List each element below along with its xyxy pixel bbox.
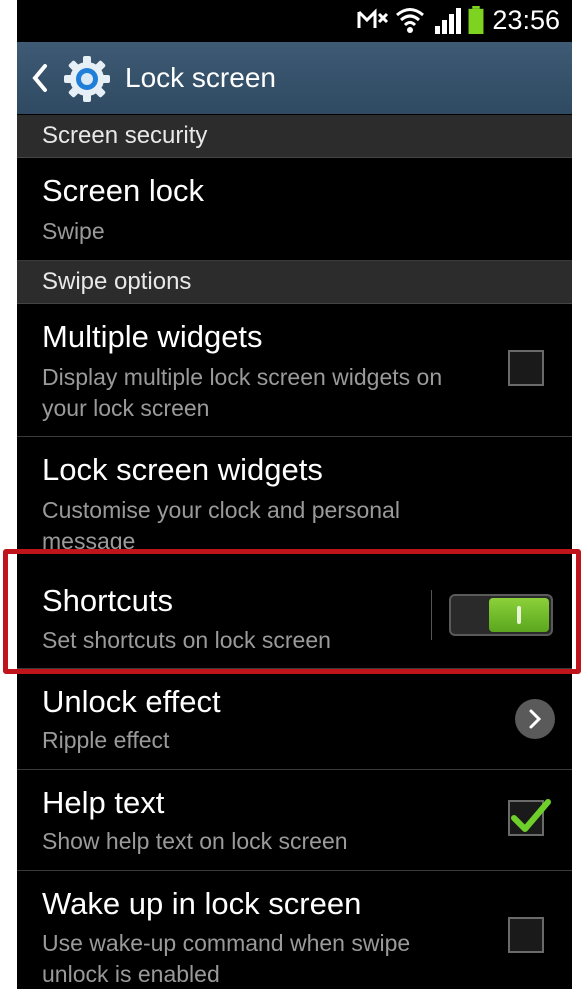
setting-title: Lock screen widgets [42,452,323,487]
chevron-right-icon [529,709,542,729]
setting-help-text[interactable]: Help text Show help text on lock screen [17,770,572,871]
setting-title: Screen lock [42,173,204,208]
setting-subtitle: Swipe [42,218,105,244]
setting-screen-lock[interactable]: Screen lock Swipe [17,158,572,261]
multiple-widgets-checkbox[interactable] [508,350,544,386]
signal-icon [435,8,461,34]
setting-title: Wake up in lock screen [42,886,362,921]
setting-wake-up-lock-screen[interactable]: Wake up in lock screen Use wake-up comma… [17,871,572,989]
setting-unlock-effect[interactable]: Unlock effect Ripple effect [17,669,572,770]
wifi-icon [396,8,424,33]
section-label: Swipe options [42,268,192,295]
setting-lock-screen-widgets[interactable]: Lock screen widgets Customise your clock… [17,437,572,550]
setting-subtitle: Customise your clock and personal messag… [42,497,400,550]
settings-gear-icon [64,56,110,102]
section-header-screen-security: Screen security [17,115,572,158]
status-time: 23:56 [492,5,560,35]
mute-icon [357,8,389,28]
unlock-effect-more-button[interactable] [515,699,555,739]
setting-title: Help text [42,785,165,820]
setting-title: Unlock effect [42,684,221,719]
section-label: Screen security [42,122,208,149]
help-text-checkbox[interactable] [508,799,551,836]
page-title: Lock screen [125,62,276,93]
action-bar: Lock screen [17,42,572,114]
highlight-frame [3,549,581,674]
setting-subtitle: Display multiple lock screen widgets on … [42,364,443,421]
wake-up-checkbox[interactable] [508,917,544,953]
setting-subtitle: Use wake-up command when swipe unlock is… [42,930,411,987]
checkmark-icon [511,799,551,832]
setting-multiple-widgets[interactable]: Multiple widgets Display multiple lock s… [17,304,572,437]
setting-title: Multiple widgets [42,319,263,354]
section-header-swipe-options: Swipe options [17,261,572,304]
battery-icon [468,6,484,34]
status-bar: 23:56 [17,0,572,40]
phone-screen: 23:56 Lock screen Screen security Screen… [17,0,572,989]
chevron-left-icon[interactable] [31,62,49,94]
setting-subtitle: Show help text on lock screen [42,828,348,854]
setting-subtitle: Ripple effect [42,727,170,753]
